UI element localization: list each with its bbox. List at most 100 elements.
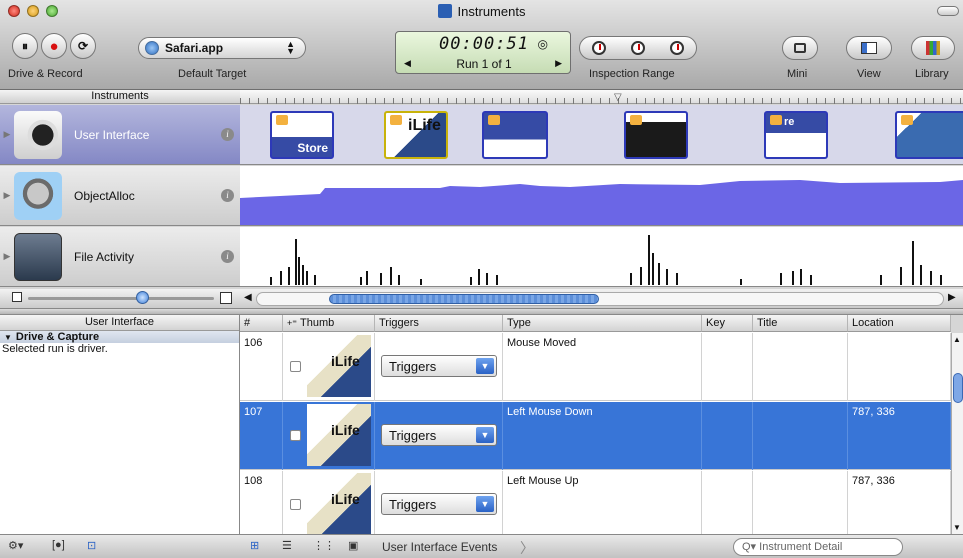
range-start-icon[interactable] bbox=[592, 41, 607, 55]
zoom-out-icon[interactable] bbox=[12, 292, 22, 302]
drive-capture-section[interactable]: ▼ Drive & Capture bbox=[0, 331, 239, 343]
tree-view-icon[interactable]: ⋮⋮ bbox=[313, 539, 335, 555]
pause-button[interactable]: ⏸ bbox=[12, 33, 38, 59]
column-header-location[interactable]: Location bbox=[848, 315, 951, 332]
view-button[interactable] bbox=[846, 36, 892, 60]
events-table: # +⁼ Thumb Triggers Type Key Title Locati… bbox=[240, 315, 951, 534]
disclosure-open-icon[interactable]: ▼ bbox=[4, 333, 12, 342]
list-view-icon[interactable]: ☰ bbox=[282, 539, 292, 555]
search-placeholder: Instrument Detail bbox=[759, 541, 843, 553]
target-popup[interactable]: Safari.app ▲ ▼ bbox=[138, 37, 306, 59]
target-app-label: Safari.app bbox=[165, 41, 224, 55]
timeline-ruler[interactable]: ▽ bbox=[240, 90, 963, 104]
next-run-button[interactable]: ▶ bbox=[555, 58, 562, 69]
detail-view-icon[interactable]: ⊡ bbox=[87, 539, 96, 555]
disclosure-triangle-icon[interactable]: ▶ bbox=[0, 190, 14, 201]
info-icon[interactable]: i bbox=[221, 250, 234, 263]
timeline-horizontal-scrollbar[interactable] bbox=[256, 292, 944, 306]
slider-knob[interactable] bbox=[136, 291, 149, 304]
info-icon[interactable]: i bbox=[221, 189, 234, 202]
default-target-label: Default Target bbox=[178, 68, 247, 80]
column-header-triggers[interactable]: Triggers bbox=[375, 315, 503, 332]
scrollbar-thumb[interactable] bbox=[953, 373, 963, 403]
column-header-key[interactable]: Key bbox=[702, 315, 753, 332]
table-row[interactable]: 108 iLife Triggers ▼ Left Mouse Up 787, 336 bbox=[240, 471, 951, 534]
column-header-title[interactable]: Title bbox=[753, 315, 848, 332]
disclosure-triangle-icon[interactable]: ▶ bbox=[0, 129, 14, 140]
instrument-name: File Activity bbox=[74, 249, 135, 264]
drive-record-label: Drive & Record bbox=[8, 68, 83, 80]
driver-note: Selected run is driver. bbox=[2, 343, 108, 355]
allocation-area bbox=[240, 180, 963, 225]
scroll-up-arrow-icon[interactable]: ▲ bbox=[953, 335, 961, 344]
column-header-number[interactable]: # bbox=[240, 315, 283, 332]
library-icon bbox=[926, 41, 940, 55]
ui-event-thumbnail[interactable] bbox=[482, 111, 548, 159]
instrument-row-objectalloc[interactable]: ▶ ObjectAlloc i bbox=[0, 166, 240, 226]
row-checkbox[interactable] bbox=[290, 361, 301, 372]
triggers-popup[interactable]: Triggers ▼ bbox=[381, 355, 497, 377]
ui-event-thumbnail[interactable] bbox=[624, 111, 688, 159]
column-header-type[interactable]: Type bbox=[503, 315, 702, 332]
popup-arrow-icon: ▼ bbox=[476, 496, 494, 512]
mini-label: Mini bbox=[787, 68, 808, 80]
capture-icon[interactable]: [●] bbox=[52, 539, 65, 555]
instrument-row-user-interface[interactable]: ▶ User Interface i bbox=[0, 105, 240, 165]
triggers-popup[interactable]: Triggers ▼ bbox=[381, 493, 497, 515]
row-checkbox[interactable] bbox=[290, 499, 301, 510]
extended-detail-icon[interactable]: ▣ bbox=[348, 539, 358, 555]
inspection-range-control[interactable] bbox=[579, 36, 697, 60]
table-row[interactable]: 106 iLife Triggers ▼ Mouse Moved bbox=[240, 333, 951, 401]
zoom-in-icon[interactable] bbox=[220, 292, 232, 304]
triggers-popup[interactable]: Triggers ▼ bbox=[381, 424, 497, 446]
instrument-row-file-activity[interactable]: ▶ File Activity i bbox=[0, 227, 240, 287]
file-activity-graph bbox=[270, 235, 942, 285]
library-label: Library bbox=[915, 68, 949, 80]
title-cell bbox=[753, 471, 848, 534]
thumb-cell: iLife bbox=[283, 402, 375, 470]
toolbar-toggle-button[interactable] bbox=[937, 6, 959, 16]
scroll-right-arrow-icon[interactable]: ▶ bbox=[948, 292, 956, 303]
ui-event-thumbnail[interactable] bbox=[895, 111, 963, 159]
info-icon[interactable]: i bbox=[221, 128, 234, 141]
range-clear-icon[interactable] bbox=[630, 41, 645, 55]
instruments-app-icon bbox=[437, 4, 452, 18]
popup-arrows-icon: ▲ ▼ bbox=[286, 39, 295, 56]
breadcrumb[interactable]: User Interface Events bbox=[382, 540, 497, 556]
thumb-label: iLife bbox=[331, 353, 360, 369]
objectalloc-track[interactable] bbox=[240, 166, 963, 226]
column-header-thumb[interactable]: +⁼ Thumb bbox=[283, 315, 375, 332]
scroll-left-arrow-icon[interactable]: ◀ bbox=[244, 292, 252, 303]
row-checkbox[interactable] bbox=[290, 430, 301, 441]
key-cell bbox=[702, 402, 753, 470]
file-activity-track[interactable] bbox=[240, 227, 963, 287]
library-button[interactable] bbox=[911, 36, 955, 60]
playhead-icon[interactable]: ▽ bbox=[614, 92, 622, 103]
triggers-cell: Triggers ▼ bbox=[375, 333, 503, 401]
range-end-icon[interactable] bbox=[669, 41, 684, 55]
mini-button[interactable] bbox=[782, 36, 818, 60]
record-button[interactable]: ● bbox=[41, 33, 67, 59]
triggers-label: Triggers bbox=[389, 497, 437, 512]
instrument-detail-search-field[interactable]: Q▾ Instrument Detail bbox=[733, 538, 903, 556]
type-cell: Left Mouse Up bbox=[503, 471, 702, 534]
table-view-icon[interactable]: ⊞ bbox=[250, 539, 259, 555]
user-interface-track[interactable]: Store iLife re bbox=[240, 105, 963, 165]
scroll-down-arrow-icon[interactable]: ▼ bbox=[953, 523, 961, 532]
thumb-image: iLife bbox=[307, 335, 371, 397]
scrollbar-thumb[interactable] bbox=[329, 294, 599, 304]
thumb-image: iLife bbox=[307, 404, 371, 466]
triggers-label: Triggers bbox=[389, 359, 437, 374]
row-number-cell: 108 bbox=[240, 471, 283, 534]
track-height-slider[interactable] bbox=[28, 291, 214, 304]
ui-event-thumbnail[interactable]: iLife bbox=[384, 111, 448, 159]
gear-icon[interactable]: ⚙▾ bbox=[8, 539, 23, 555]
ui-event-thumbnail[interactable]: re bbox=[764, 111, 828, 159]
table-row[interactable]: 107 iLife Triggers ▼ Left Mouse Down 787, 336 bbox=[240, 402, 951, 470]
ui-event-thumbnail[interactable]: Store bbox=[270, 111, 334, 159]
loop-button[interactable]: ⟳ bbox=[70, 33, 96, 59]
objectalloc-icon bbox=[14, 171, 62, 220]
events-vertical-scrollbar[interactable]: ▲ ▼ bbox=[951, 333, 963, 534]
disclosure-triangle-icon[interactable]: ▶ bbox=[0, 251, 14, 262]
add-column-icon: +⁼ bbox=[287, 318, 298, 328]
